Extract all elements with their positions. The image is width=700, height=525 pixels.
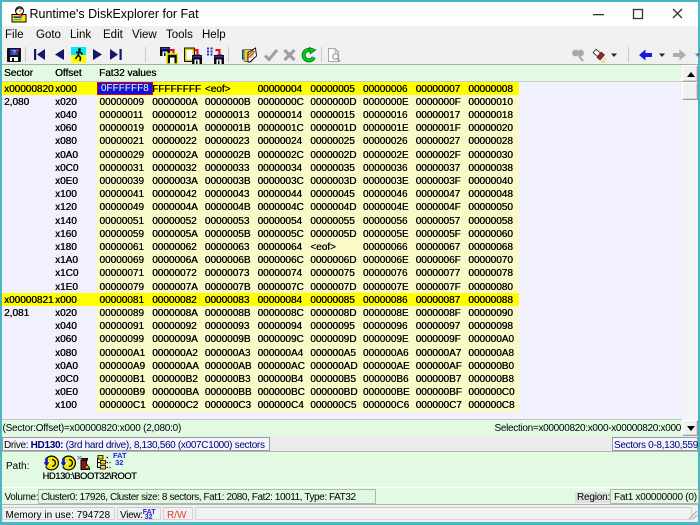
svg-text:?: ?	[12, 50, 16, 57]
